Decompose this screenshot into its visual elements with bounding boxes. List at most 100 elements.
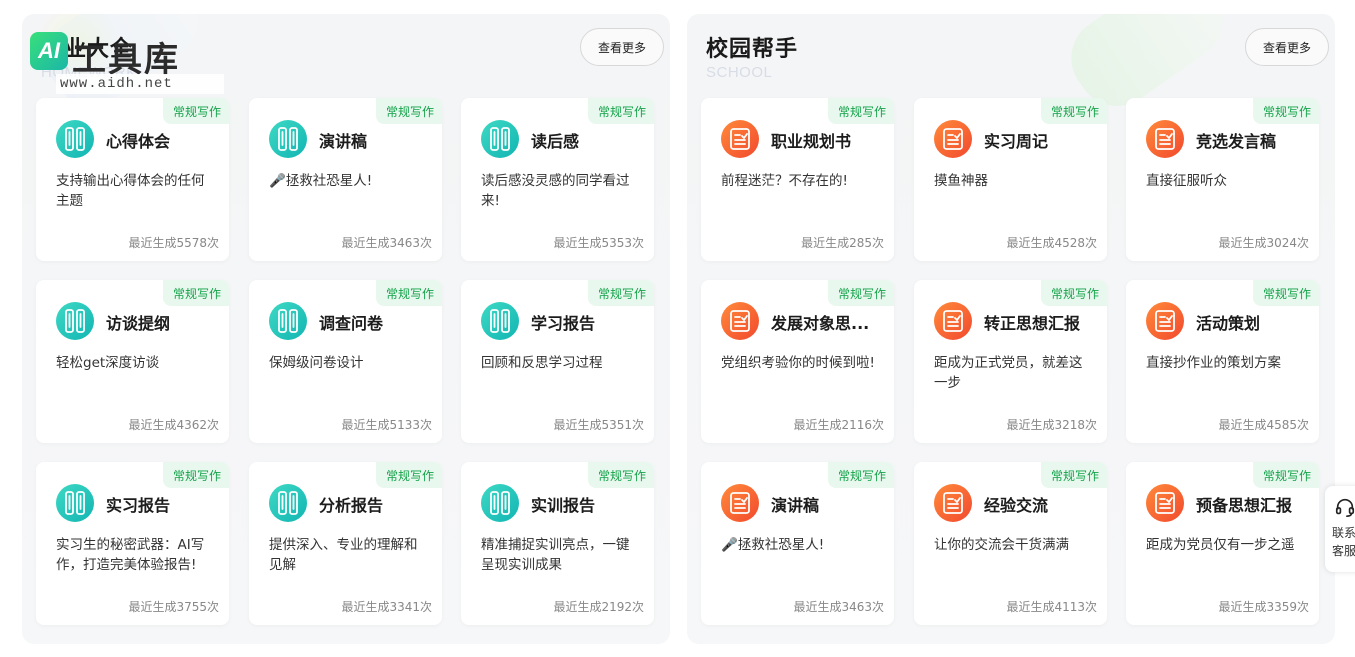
generation-count: 最近生成3359次 bbox=[1218, 600, 1309, 614]
generation-count: 最近生成4362次 bbox=[128, 418, 219, 432]
tool-card[interactable]: 常规写作 竞选发言稿 直接征服听众 最近生成3024次 bbox=[1126, 98, 1319, 261]
pencil-ruler-icon bbox=[56, 484, 94, 522]
category-tag: 常规写作 bbox=[1040, 280, 1107, 306]
card-title: 竞选发言稿 bbox=[1196, 132, 1277, 151]
document-checklist-icon bbox=[721, 484, 759, 522]
category-tag: 常规写作 bbox=[827, 280, 894, 306]
tool-card[interactable]: 常规写作 实习周记 摸鱼神器 最近生成4528次 bbox=[914, 98, 1107, 261]
document-checklist-icon bbox=[1146, 120, 1184, 158]
card-title: 访谈提纲 bbox=[106, 314, 171, 333]
generation-count: 最近生成5353次 bbox=[553, 236, 644, 250]
category-tag: 常规写作 bbox=[375, 462, 442, 488]
document-checklist-icon bbox=[721, 120, 759, 158]
generation-count: 最近生成3755次 bbox=[128, 600, 219, 614]
card-description: 直接抄作业的策划方案 bbox=[1146, 355, 1281, 371]
card-title: 实训报告 bbox=[531, 496, 596, 515]
card-description: 提供深入、专业的理解和见解 bbox=[269, 537, 418, 573]
card-description: 距成为党员仅有一步之遥 bbox=[1146, 537, 1295, 553]
tool-card[interactable]: 常规写作 实习报告 实习生的秘密武器：AI写作，打造完美体验报告! 最近生成3755次 bbox=[36, 462, 229, 625]
generation-count: 最近生成5133次 bbox=[341, 418, 432, 432]
document-checklist-icon bbox=[934, 120, 972, 158]
tool-card[interactable]: 常规写作心得体会支持输出心得体会的任何主题最近生成5578次 bbox=[36, 98, 229, 261]
tool-card[interactable]: 常规写作 转正思想汇报 距成为正式党员，就差这一步 最近生成3218次 bbox=[914, 280, 1107, 443]
card-description: 🎤拯救社恐星人! bbox=[721, 537, 825, 553]
pencil-ruler-icon bbox=[56, 120, 94, 158]
card-description: 读后感没灵感的同学看过来! bbox=[481, 173, 630, 209]
category-tag: 常规写作 bbox=[1252, 98, 1319, 124]
generation-count: 最近生成3463次 bbox=[341, 236, 432, 250]
pencil-ruler-icon bbox=[481, 484, 519, 522]
card-title: 心得体会 bbox=[106, 132, 171, 151]
tool-card[interactable]: 常规写作 演讲稿 🎤拯救社恐星人! 最近生成3463次 bbox=[701, 462, 894, 625]
tool-card[interactable]: 常规写作 访谈提纲 轻松get深度访谈 最近生成4362次 bbox=[36, 280, 229, 443]
category-tag: 常规写作 bbox=[1040, 462, 1107, 488]
document-checklist-icon bbox=[934, 484, 972, 522]
card-title: 实习周记 bbox=[984, 132, 1049, 151]
tool-card[interactable]: 常规写作 调查问卷 保姆级问卷设计 最近生成5133次 bbox=[249, 280, 442, 443]
category-tag: 常规写作 bbox=[1040, 98, 1107, 124]
tool-card[interactable]: 常规写作经验交流让你的交流会干货满满最近生成4113次 bbox=[914, 462, 1107, 625]
card-description: 支持输出心得体会的任何主题 bbox=[56, 173, 205, 209]
view-more-button[interactable]: 查看更多 bbox=[1245, 28, 1329, 66]
card-title: 实习报告 bbox=[106, 496, 171, 515]
category-tag: 常规写作 bbox=[162, 98, 229, 124]
panel-school: 校园帮手 SCHOOL 查看更多 常规写作 职业规划书 前程迷茫？不存在的! 最近生成… bbox=[687, 14, 1335, 644]
tool-card[interactable]: 常规写作学习报告回顾和反思学习过程最近生成5351次 bbox=[461, 280, 654, 443]
category-tag: 常规写作 bbox=[1252, 462, 1319, 488]
category-tag: 常规写作 bbox=[587, 462, 654, 488]
document-checklist-icon bbox=[1146, 484, 1184, 522]
card-title: 学习报告 bbox=[531, 314, 596, 333]
generation-count: 最近生成5578次 bbox=[128, 236, 219, 250]
panel-homework: 作业大全 HOMEWORK 查看更多 常规写作 心得体会 支持输出心得体会的任何主题… bbox=[22, 14, 670, 644]
card-title: 演讲稿 bbox=[771, 496, 820, 515]
generation-count: 最近生成2116次 bbox=[793, 418, 884, 432]
category-tag: 常规写作 bbox=[587, 280, 654, 306]
customer-service-button[interactable]: 联系客服 bbox=[1325, 486, 1355, 572]
document-checklist-icon bbox=[1146, 302, 1184, 340]
pencil-ruler-icon bbox=[481, 120, 519, 158]
generation-count: 最近生成4585次 bbox=[1218, 418, 1309, 432]
card-description: 直接征服听众 bbox=[1146, 173, 1227, 189]
card-description: 🎤拯救社恐星人! bbox=[269, 173, 373, 189]
category-tag: 常规写作 bbox=[587, 98, 654, 124]
panel-title: 校园帮手 bbox=[706, 37, 799, 62]
card-title: 分析报告 bbox=[319, 496, 384, 515]
tool-card[interactable]: 常规写作 读后感 读后感没灵感的同学看过来! 最近生成5353次 bbox=[461, 98, 654, 261]
card-description: 距成为正式党员，就差这一步 bbox=[934, 355, 1083, 391]
customer-service-label: 联系客服 bbox=[1332, 526, 1355, 558]
generation-count: 最近生成3218次 bbox=[1006, 418, 1097, 432]
generation-count: 最近生成4528次 bbox=[1006, 236, 1097, 250]
category-tag: 常规写作 bbox=[375, 280, 442, 306]
document-checklist-icon bbox=[934, 302, 972, 340]
pencil-ruler-icon bbox=[269, 120, 307, 158]
card-title: 经验交流 bbox=[984, 496, 1049, 515]
pencil-ruler-icon bbox=[269, 302, 307, 340]
category-tag: 常规写作 bbox=[375, 98, 442, 124]
card-title: 演讲稿 bbox=[319, 132, 368, 151]
tool-card[interactable]: 常规写作 职业规划书 前程迷茫？不存在的! 最近生成285次 bbox=[701, 98, 894, 261]
watermark-logo: AI bbox=[30, 32, 68, 70]
category-tag: 常规写作 bbox=[162, 280, 229, 306]
watermark-url: www.aidh.net bbox=[56, 74, 224, 94]
generation-count: 最近生成5351次 bbox=[553, 418, 644, 432]
category-tag: 常规写作 bbox=[827, 462, 894, 488]
card-description: 精准捕捉实训亮点，一键呈现实训成果 bbox=[481, 537, 630, 573]
card-description: 回顾和反思学习过程 bbox=[481, 355, 603, 371]
tool-card[interactable]: 常规写作 发展对象思... 党组织考验你的时候到啦! 最近生成2116次 bbox=[701, 280, 894, 443]
card-description: 让你的交流会干货满满 bbox=[934, 537, 1069, 553]
card-title: 职业规划书 bbox=[771, 132, 852, 151]
tool-card[interactable]: 常规写作 演讲稿 🎤拯救社恐星人! 最近生成3463次 bbox=[249, 98, 442, 261]
page: 作业大全 HOMEWORK 查看更多 常规写作 心得体会 支持输出心得体会的任何主题… bbox=[0, 0, 1355, 657]
generation-count: 最近生成3463次 bbox=[793, 600, 884, 614]
tool-card[interactable]: 常规写作 预备思想汇报 距成为党员仅有一步之遥 最近生成3359次 bbox=[1126, 462, 1319, 625]
tool-card[interactable]: 常规写作 分析报告 提供深入、专业的理解和见解 最近生成3341次 bbox=[249, 462, 442, 625]
view-more-button[interactable]: 查看更多 bbox=[580, 28, 664, 66]
card-description: 实习生的秘密武器：AI写作，打造完美体验报告! bbox=[56, 537, 205, 573]
card-title: 发展对象思... bbox=[771, 314, 870, 333]
tool-card[interactable]: 常规写作 活动策划 直接抄作业的策划方案 最近生成4585次 bbox=[1126, 280, 1319, 443]
generation-count: 最近生成4113次 bbox=[1006, 600, 1097, 614]
tool-card[interactable]: 常规写作 实训报告 精准捕捉实训亮点，一键呈现实训成果 最近生成2192次 bbox=[461, 462, 654, 625]
card-description: 保姆级问卷设计 bbox=[269, 355, 364, 371]
card-title: 活动策划 bbox=[1196, 314, 1261, 333]
generation-count: 最近生成285次 bbox=[801, 236, 884, 250]
